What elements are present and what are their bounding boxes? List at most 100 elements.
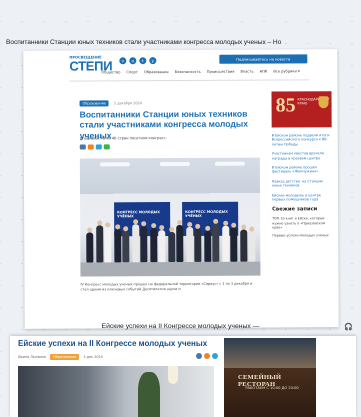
share-buttons xyxy=(196,353,218,359)
person-head xyxy=(205,225,211,231)
person-head xyxy=(159,225,165,231)
person-head xyxy=(231,222,237,228)
person-figure xyxy=(132,224,140,263)
share-vk-icon[interactable] xyxy=(79,144,86,150)
person-figure xyxy=(222,225,230,262)
person-head xyxy=(123,226,129,232)
person-head xyxy=(223,220,229,226)
ok-icon[interactable]: o xyxy=(129,57,137,65)
person-figure xyxy=(212,223,220,262)
lamp-shape xyxy=(168,366,178,384)
banner-caption: КРАСНОДАРСКОМУ КРАЮ xyxy=(297,97,330,106)
floor xyxy=(80,261,261,277)
article-photo[interactable]: КОНГРЕСС МОЛОДЫХ УЧЁНЫХ КОНГРЕСС МОЛОДЫХ… xyxy=(79,157,261,277)
plant-shape xyxy=(138,372,160,417)
record-item[interactable]: ТОП-10 книг в Ейске, которые нужно узнат… xyxy=(272,217,332,230)
second-article-meta: Ирина Лытвина Образование 3 дек 2024 xyxy=(18,354,103,360)
person-head xyxy=(195,223,201,229)
person-figure xyxy=(168,232,176,263)
search-result-caption[interactable]: Ейские успехи на II Конгрессе молодых уч… xyxy=(0,323,361,335)
person-head xyxy=(105,222,111,228)
restaurant-ad[interactable]: СЕМЕЙНЫЙ РЕСТОРАН РАБОТАЕМ С 10:00 ДО 23… xyxy=(224,338,316,417)
sidebar-news-item[interactable]: В Ейском районе подвели итоги Всероссийс… xyxy=(272,133,332,147)
person-head xyxy=(97,220,103,226)
menu-item-safety[interactable]: Безопасность xyxy=(175,70,201,74)
person-figure xyxy=(230,227,238,262)
main-menu: Общество Спорт Образование Безопасность … xyxy=(101,69,299,74)
ad-hours: РАБОТАЕМ С 10:00 ДО 23:00 xyxy=(245,386,299,390)
ceiling-light xyxy=(99,162,130,167)
share-buttons xyxy=(79,144,110,150)
records-heading: Свежие записи xyxy=(272,206,318,213)
person-figure xyxy=(122,231,130,263)
youtube-icon[interactable]: y xyxy=(149,57,157,65)
article-lead: Специалисты из 40 стран посетили конгрес… xyxy=(79,136,167,141)
share-whatsapp-icon[interactable] xyxy=(103,144,110,150)
anniversary-banner[interactable]: 85 КРАСНОДАРСКОМУ КРАЮ xyxy=(271,91,332,128)
author-name[interactable]: Ирина Лытвина xyxy=(18,355,46,359)
sidebar-news-item[interactable]: Ейские молодежь в центре первых помощник… xyxy=(272,193,332,202)
menu-item-all-rubrics[interactable]: Все рубрики ▾ xyxy=(273,69,300,73)
article-body: IV Конгресс молодых ученых прошел на фед… xyxy=(80,281,253,292)
menu-item-apk[interactable]: АПК xyxy=(260,70,268,74)
person-head xyxy=(115,224,121,230)
sidebar-news: В Ейском районе подвели итоги Всероссийс… xyxy=(272,133,332,202)
person-head xyxy=(151,223,157,229)
person-head xyxy=(241,224,247,230)
menu-item-sport[interactable]: Спорт xyxy=(126,70,137,74)
share-telegram-icon[interactable] xyxy=(212,353,218,359)
person-figure xyxy=(204,230,212,262)
record-item[interactable]: Первые успехи молодых ученых xyxy=(272,233,332,238)
person-head xyxy=(87,227,93,233)
social-links: v o t y xyxy=(119,57,157,65)
group-of-people xyxy=(80,158,260,263)
sidebar-news-item[interactable]: Кавказ детства: на Станции юных техников xyxy=(272,179,332,188)
menu-item-education[interactable]: Образование xyxy=(144,70,169,74)
person-figure xyxy=(194,228,202,262)
person-figure xyxy=(240,229,248,262)
crest-icon xyxy=(318,96,329,109)
sidebar-news-item[interactable]: В Ейском районе прошел фестиваль «Жемчуж… xyxy=(272,165,332,174)
share-telegram-icon[interactable] xyxy=(95,144,102,150)
category-badge[interactable]: Образование xyxy=(49,354,80,360)
person-figure xyxy=(140,226,148,263)
person-figure xyxy=(186,226,194,262)
person-head xyxy=(133,219,139,225)
person-figure xyxy=(176,224,184,263)
person-figure xyxy=(96,225,104,263)
telegram-icon[interactable]: t xyxy=(139,57,147,65)
person-head xyxy=(141,221,147,227)
menu-item-power[interactable]: Власть xyxy=(240,70,253,74)
site-header: ПРОСВЕЩЕНИЕ СТЕПИ v o t y Подписывайтесь… xyxy=(23,49,337,91)
person-head xyxy=(187,221,193,227)
header-divider xyxy=(69,79,310,82)
share-ok-icon[interactable] xyxy=(204,353,210,359)
vk-icon[interactable]: v xyxy=(119,57,127,65)
person-head xyxy=(249,226,255,232)
publish-date: 3 дек 2024 xyxy=(83,355,103,359)
headphones-icon[interactable]: 🎧 xyxy=(344,323,353,331)
second-article-headline[interactable]: Ейские успехи на II Конгрессе молодых уч… xyxy=(18,339,207,348)
person-figure xyxy=(158,230,166,263)
person-head xyxy=(177,219,183,226)
person-figure xyxy=(86,232,94,263)
sidebar-news-item[interactable]: Участникам квестов вручили награды в кра… xyxy=(272,151,332,160)
menu-item-society[interactable]: Общество xyxy=(101,70,120,74)
publish-date: 5 декабря 2024 xyxy=(113,101,142,106)
ad-roof-shape xyxy=(224,338,316,368)
category-badge[interactable]: Образование xyxy=(79,100,110,107)
person-figure xyxy=(248,231,256,262)
person-head xyxy=(169,227,175,233)
subscribe-button[interactable]: Подписывайтесь на новости xyxy=(219,54,308,64)
share-ok-icon[interactable] xyxy=(87,144,94,150)
share-vk-icon[interactable] xyxy=(196,353,202,359)
sidebar: 85 КРАСНОДАРСКОМУ КРАЮ В Ейском районе п… xyxy=(271,91,332,242)
person-figure xyxy=(114,229,122,263)
menu-item-incidents[interactable]: Происшествия xyxy=(207,70,235,74)
second-article-card: Ейские успехи на II Конгрессе молодых уч… xyxy=(10,336,356,417)
second-article-photo[interactable] xyxy=(18,366,214,417)
banner-number: 85 xyxy=(275,94,296,117)
article-meta: Образование 5 декабря 2024 xyxy=(79,100,142,107)
person-figure xyxy=(150,228,158,263)
person-head xyxy=(213,218,219,224)
